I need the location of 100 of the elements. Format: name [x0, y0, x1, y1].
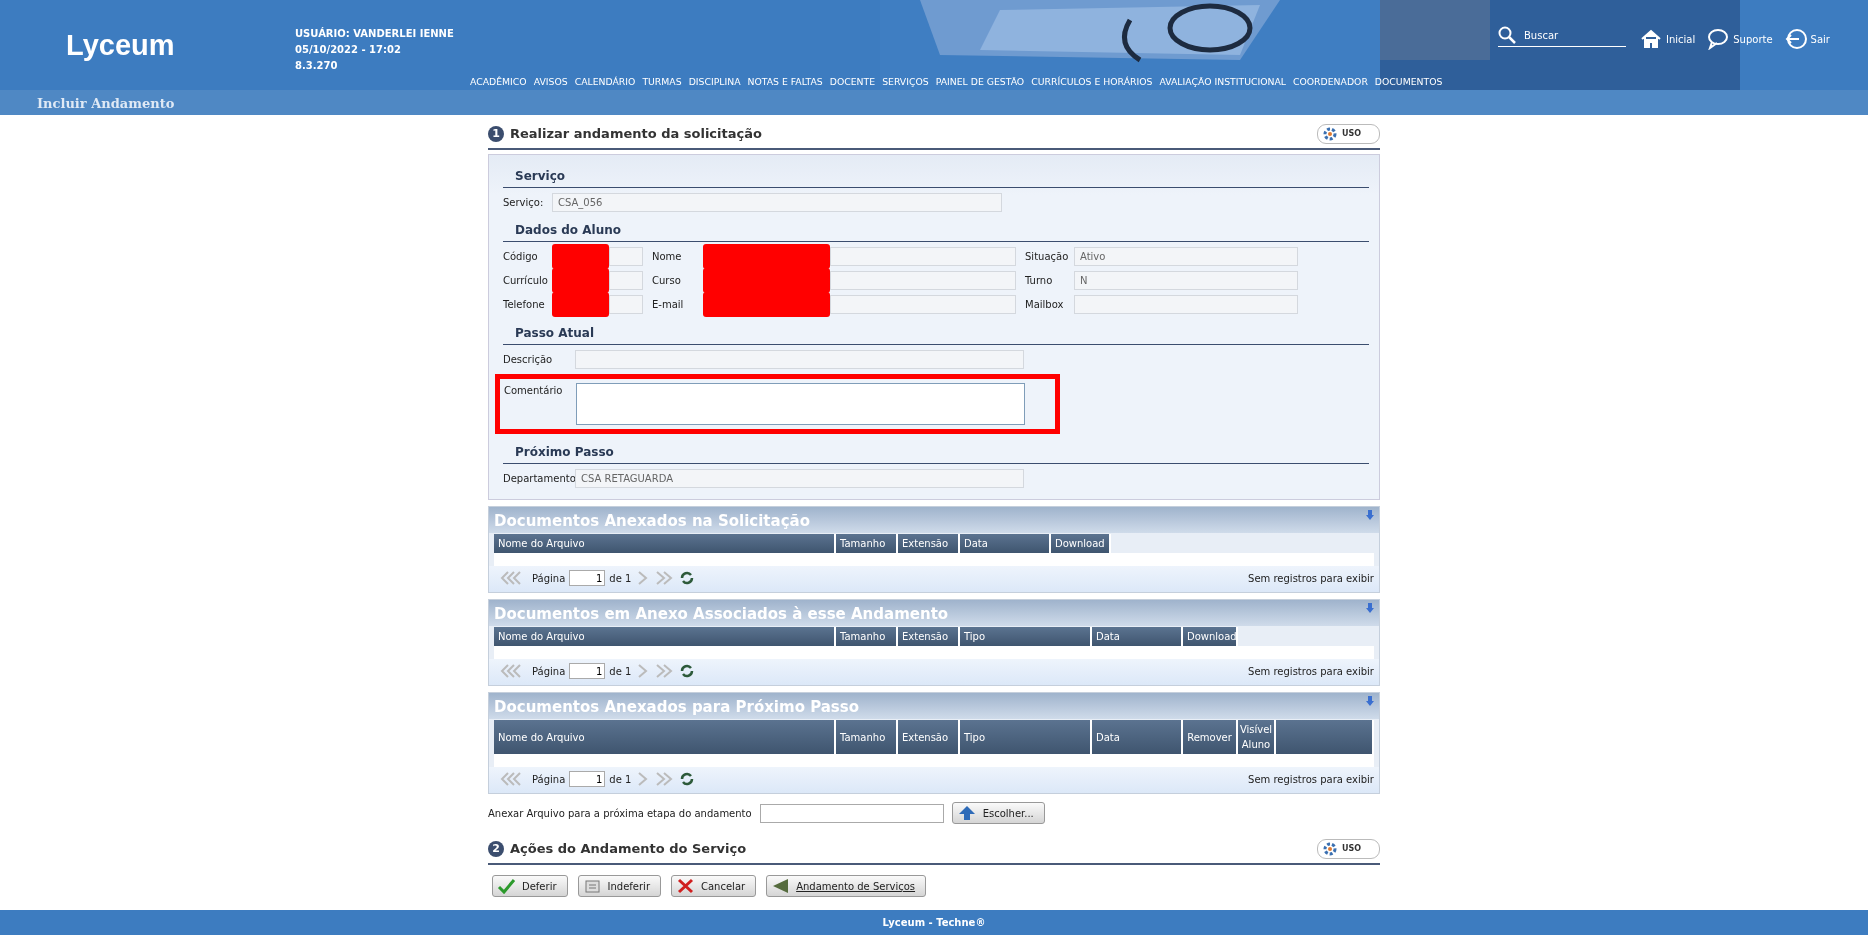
- column-header: Tipo: [960, 627, 1092, 646]
- menu-item[interactable]: ACADÊMICO: [470, 75, 527, 89]
- user-name: VANDERLEI IENNE: [353, 28, 454, 39]
- empty-message: Sem registros para exibir: [1248, 571, 1374, 586]
- header-link[interactable]: Inicial: [1666, 31, 1696, 47]
- section-title: Ações do Andamento do Serviço: [510, 840, 747, 859]
- menu-item[interactable]: SERVIÇOS: [882, 75, 929, 89]
- field-label: Código: [503, 250, 539, 264]
- group-title: Dados do Aluno: [515, 223, 621, 237]
- column-header: Data: [1092, 627, 1183, 646]
- uso-toggle[interactable]: USO: [1316, 124, 1380, 144]
- input-field[interactable]: [575, 350, 1024, 369]
- search-icon: [1498, 26, 1516, 44]
- field-label: Nome: [652, 250, 683, 264]
- input-field[interactable]: [830, 295, 1016, 314]
- refresh-icon: [679, 571, 696, 585]
- column-header: Tamanho: [836, 534, 898, 553]
- column-header: Nome do Arquivo: [494, 627, 836, 646]
- group-title: Passo Atual: [515, 326, 595, 340]
- page-label: Página: [532, 772, 566, 787]
- step-number: 2: [488, 841, 504, 857]
- uso-toggle[interactable]: USO: [1316, 839, 1380, 859]
- down-arrow-icon: [1366, 510, 1374, 520]
- menu-item[interactable]: DOCENTE: [829, 75, 876, 89]
- attach-label: Anexar Arquivo para a próxima etapa do andamento: [488, 806, 752, 821]
- exit-icon: [1784, 28, 1807, 50]
- page-count: de 1: [609, 571, 632, 586]
- column-header: Nome do Arquivo: [494, 534, 836, 553]
- menu-item[interactable]: CALENDÁRIO: [574, 75, 636, 89]
- column-header: Tipo: [960, 720, 1092, 754]
- step-number: 1: [488, 126, 504, 142]
- input-field[interactable]: [830, 247, 1016, 266]
- user-label: USUÁRIO:: [295, 28, 350, 39]
- choose-file-button[interactable]: Escolher...: [951, 802, 1045, 824]
- column-header: Download: [1051, 534, 1111, 553]
- footer-text: Lyceum - Techne®: [882, 916, 986, 930]
- input-field[interactable]: N: [1074, 271, 1298, 290]
- page-field[interactable]: 1: [569, 570, 606, 586]
- action-button[interactable]: Deferir: [492, 875, 568, 897]
- search-field[interactable]: Buscar: [1522, 26, 1622, 44]
- file-field[interactable]: [759, 803, 944, 823]
- menu-item[interactable]: AVISOS: [533, 75, 568, 89]
- field-label: Situação: [1025, 250, 1070, 264]
- field-label: Currículo: [503, 274, 549, 288]
- page-field[interactable]: 1: [569, 663, 606, 679]
- page-title: Incluir Andamento: [37, 96, 175, 111]
- page-field[interactable]: 1: [569, 771, 606, 787]
- comment-field[interactable]: [576, 383, 1025, 425]
- field-label: Comentário: [504, 384, 564, 398]
- field-label: E-mail: [652, 298, 685, 312]
- menu-item[interactable]: CURRÍCULOS E HORÁRIOS: [1031, 75, 1153, 89]
- action-button[interactable]: Indeferir: [577, 875, 661, 897]
- input-field[interactable]: [609, 295, 643, 314]
- down-arrow-icon: [1366, 696, 1374, 706]
- input-field[interactable]: Ativo: [1074, 247, 1298, 266]
- page-count: de 1: [609, 664, 632, 679]
- column-header: Nome do Arquivo: [494, 720, 836, 754]
- menu-item[interactable]: PAINEL DE GESTÃO: [935, 75, 1025, 89]
- menu-item[interactable]: DOCUMENTOS: [1374, 75, 1443, 89]
- menu-item[interactable]: NOTAS E FALTAS: [747, 75, 823, 89]
- action-button[interactable]: Andamento de Serviços: [766, 875, 927, 897]
- logo: Lyceum: [66, 28, 175, 63]
- document-icon: [582, 878, 602, 894]
- column-header: Tamanho: [836, 720, 898, 754]
- refresh-icon: [679, 664, 696, 678]
- group-title: Serviço: [515, 169, 565, 183]
- column-header: Tamanho: [836, 627, 898, 646]
- column-header: Extensão: [898, 627, 960, 646]
- header-link[interactable]: Sair: [1810, 31, 1830, 47]
- menu-item[interactable]: DISCIPLINA: [688, 75, 741, 89]
- input-field[interactable]: [830, 271, 1016, 290]
- menu-item[interactable]: TURMAS: [642, 75, 682, 89]
- field-label: Mailbox: [1025, 298, 1065, 312]
- field-label: Turno: [1025, 274, 1054, 288]
- input-field[interactable]: CSA_056: [552, 193, 1002, 212]
- refresh-icon: [679, 772, 696, 786]
- field-label: Departamento: [503, 472, 575, 486]
- field-label: Curso: [652, 274, 682, 288]
- input-field[interactable]: [609, 271, 643, 290]
- panel-title: Documentos em Anexo Associados à esse Andamento: [494, 604, 949, 625]
- input-field[interactable]: [609, 247, 643, 266]
- column-header: Data: [1092, 720, 1183, 754]
- panel-title: Documentos Anexados na Solicitação: [494, 511, 810, 532]
- header-link[interactable]: Suporte: [1733, 31, 1773, 47]
- date-time: 05/10/2022 - 17:02: [295, 43, 402, 57]
- check-icon: [497, 878, 516, 894]
- menu-item[interactable]: COORDENADOR: [1293, 75, 1368, 89]
- panel-title: Documentos Anexados para Próximo Passo: [494, 697, 860, 718]
- home-icon: [1640, 28, 1662, 50]
- gear-icon: [1321, 126, 1338, 142]
- action-button[interactable]: Cancelar: [671, 875, 757, 897]
- input-field[interactable]: CSA RETAGUARDA: [575, 469, 1024, 488]
- field-label: Descrição: [503, 353, 554, 367]
- field-label: Telefone: [503, 298, 546, 312]
- version-number: 8.3.270: [295, 59, 339, 73]
- field-label: Serviço:: [503, 196, 545, 210]
- column-header: Download: [1183, 627, 1238, 646]
- input-field[interactable]: [1074, 295, 1298, 314]
- column-header: Extensão: [898, 534, 960, 553]
- menu-item[interactable]: AVALIAÇÃO INSTITUCIONAL: [1159, 75, 1286, 89]
